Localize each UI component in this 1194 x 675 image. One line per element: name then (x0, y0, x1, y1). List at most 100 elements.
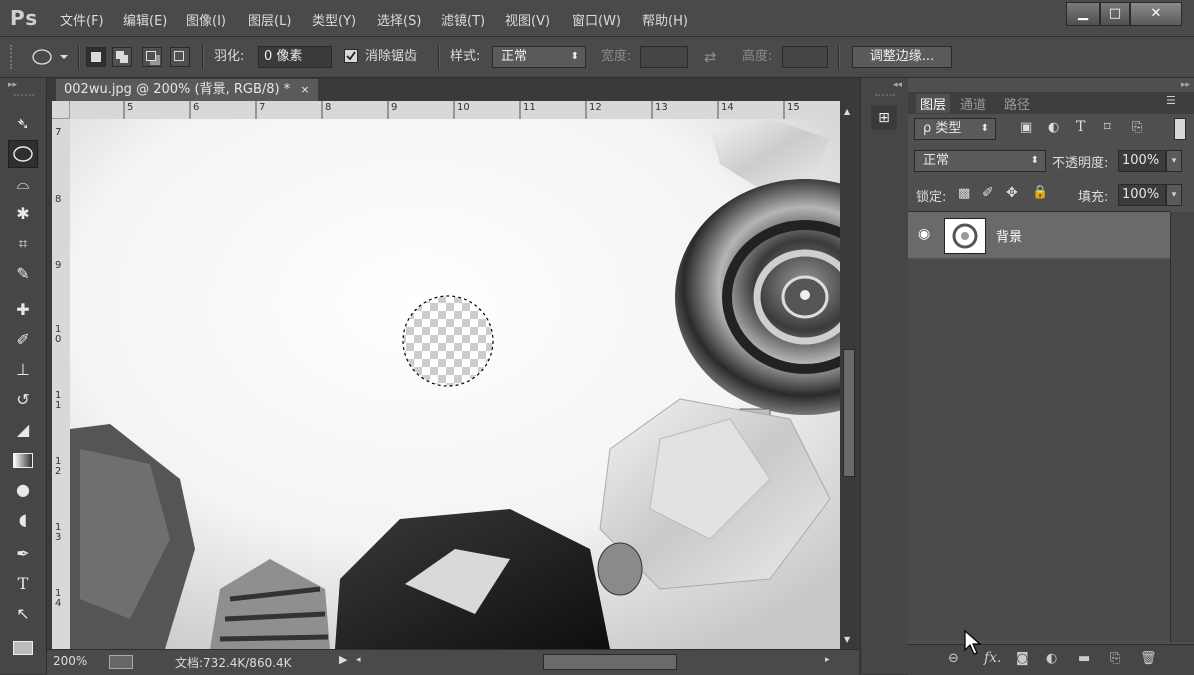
swap-icon[interactable]: ⇄ (704, 37, 717, 77)
filter-smart-object-icon[interactable]: ⎘ (1132, 120, 1142, 135)
new-layer-icon[interactable]: ⎘ (1110, 651, 1120, 666)
brush-tool[interactable]: ✐ (8, 326, 38, 354)
menu-select[interactable]: 选择(S) (377, 10, 421, 29)
antialias-checkbox[interactable] (344, 49, 358, 63)
ruler-label: 7 (55, 127, 62, 138)
opacity-input[interactable]: 100% (1118, 150, 1166, 172)
scroll-down-icon[interactable]: ▼ (844, 635, 850, 644)
filter-type-icon[interactable]: T (1076, 119, 1085, 135)
tool-preset-picker[interactable] (22, 47, 72, 67)
menu-type[interactable]: 类型(Y) (312, 10, 356, 29)
filter-adjustment-icon[interactable]: ◐ (1048, 120, 1059, 135)
menu-layer[interactable]: 图层(L) (248, 10, 291, 29)
close-button[interactable]: ✕ (1130, 2, 1182, 26)
history-panel-icon[interactable]: ⊞ (871, 106, 897, 130)
zoom-level[interactable]: 200% (53, 654, 87, 668)
scroll-right-icon[interactable]: ▸ (825, 655, 830, 665)
close-tab-icon[interactable]: × (300, 83, 309, 96)
filter-pixel-icon[interactable]: ▣ (1020, 120, 1032, 135)
collapse-arrows-icon[interactable]: ▸▸ (8, 80, 17, 90)
intersect-selection-button[interactable] (170, 47, 190, 67)
menu-file[interactable]: 文件(F) (60, 10, 104, 29)
link-layers-icon[interactable]: ⊖ (948, 651, 959, 666)
eraser-tool[interactable]: ◢ (8, 416, 38, 444)
vertical-scrollbar[interactable]: ▲ ▼ (840, 101, 858, 649)
eyedropper-icon: ✎ (16, 264, 30, 283)
height-input[interactable] (782, 46, 828, 68)
rectangle-tool[interactable] (8, 634, 38, 662)
layer-filter-select[interactable]: ρ 类型 ⬍ (914, 118, 996, 140)
lasso-tool[interactable]: ⌓ (8, 170, 38, 198)
lock-all-icon[interactable]: 🔒 (1032, 185, 1048, 200)
menu-image[interactable]: 图像(I) (186, 10, 226, 29)
menu-filter[interactable]: 滤镜(T) (441, 10, 485, 29)
style-select[interactable]: 正常 ⬍ (492, 46, 586, 68)
blur-tool[interactable]: ● (8, 476, 38, 504)
export-preview-icon[interactable] (109, 655, 133, 669)
document-tab[interactable]: 002wu.jpg @ 200% (背景, RGB/8) * × (56, 79, 318, 101)
fill-dropdown-icon[interactable]: ▾ (1166, 184, 1182, 206)
panel-menu-icon[interactable]: ☰ (1166, 94, 1176, 107)
options-grip (10, 45, 16, 69)
tab-paths[interactable]: 路径 (1004, 94, 1030, 113)
layers-scrollbar[interactable] (1170, 212, 1194, 642)
elliptical-marquee-tool[interactable] (8, 140, 38, 168)
document-canvas[interactable] (70, 119, 840, 649)
width-input[interactable] (640, 46, 688, 68)
clone-stamp-tool[interactable]: ⊥ (8, 356, 38, 384)
menu-window[interactable]: 窗口(W) (572, 10, 621, 29)
magic-wand-tool[interactable]: ✱ (8, 200, 38, 228)
lock-transparent-icon[interactable]: ▩ (958, 186, 970, 201)
scroll-left-icon[interactable]: ◂ (356, 655, 361, 665)
scroll-up-icon[interactable]: ▲ (844, 107, 850, 116)
horizontal-scrollbar-thumb[interactable] (543, 654, 677, 670)
layer-item[interactable]: ◉ 背景 (908, 212, 1170, 258)
fx-icon[interactable]: fx. (984, 650, 1002, 666)
adjustment-layer-icon[interactable]: ◐ (1046, 651, 1057, 666)
healing-brush-tool[interactable]: ✚ (8, 296, 38, 324)
scrollbar-thumb[interactable] (843, 349, 855, 477)
layer-mask-icon[interactable]: ◙ (1016, 651, 1029, 666)
ruler-origin[interactable] (52, 101, 70, 119)
crop-icon: ⌗ (18, 234, 28, 253)
lock-position-icon[interactable]: ✥ (1006, 185, 1018, 201)
type-tool[interactable]: T (8, 570, 38, 598)
menu-view[interactable]: 视图(V) (505, 10, 550, 29)
opacity-dropdown-icon[interactable]: ▾ (1166, 150, 1182, 172)
lock-image-icon[interactable]: ✐ (982, 185, 994, 201)
feather-input[interactable]: 0 像素 (258, 46, 332, 68)
blend-mode-select[interactable]: 正常 ⬍ (914, 150, 1046, 172)
trash-icon[interactable]: 🗑 (1140, 651, 1157, 666)
antialias-label: 消除锯齿 (365, 49, 418, 64)
gradient-tool[interactable] (8, 446, 38, 474)
history-brush-tool[interactable]: ↺ (8, 386, 38, 414)
fill-input[interactable]: 100% (1118, 184, 1166, 206)
pen-tool[interactable]: ✒ (8, 540, 38, 568)
ruler-label: 8 (325, 102, 332, 113)
status-menu-arrow-icon[interactable]: ▶ (339, 653, 347, 666)
move-tool[interactable]: ➴ (8, 110, 38, 138)
new-selection-button[interactable] (86, 47, 106, 67)
select-arrows-icon: ⬍ (980, 123, 989, 134)
maximize-button[interactable]: □ (1100, 2, 1130, 26)
menu-edit[interactable]: 编辑(E) (123, 10, 167, 29)
layer-thumbnail (944, 218, 986, 254)
tab-layers[interactable]: 图层 (916, 94, 951, 113)
filter-shape-icon[interactable]: ⌑ (1104, 120, 1111, 135)
minimize-button[interactable]: ▁ (1066, 2, 1100, 26)
tab-channels[interactable]: 通道 (960, 94, 986, 113)
lock-label: 锁定: (916, 190, 947, 205)
dodge-tool[interactable]: ◖ (8, 506, 38, 534)
menu-help[interactable]: 帮助(H) (642, 10, 688, 29)
add-to-selection-button[interactable] (112, 47, 132, 67)
collapse-panel-icon[interactable]: ▸▸ (1181, 80, 1190, 90)
subtract-from-selection-button[interactable] (142, 47, 162, 67)
collapse-dock-icon[interactable]: ◂◂ (893, 80, 902, 90)
visibility-eye-icon[interactable]: ◉ (918, 226, 930, 242)
group-folder-icon[interactable]: ▬ (1078, 651, 1090, 666)
path-selection-tool[interactable]: ↖ (8, 600, 38, 628)
eyedropper-tool[interactable]: ✎ (8, 260, 38, 288)
filter-toggle-switch[interactable] (1174, 118, 1186, 140)
crop-tool[interactable]: ⌗ (8, 230, 38, 258)
refine-edge-button[interactable]: 调整边缘... (852, 46, 952, 68)
